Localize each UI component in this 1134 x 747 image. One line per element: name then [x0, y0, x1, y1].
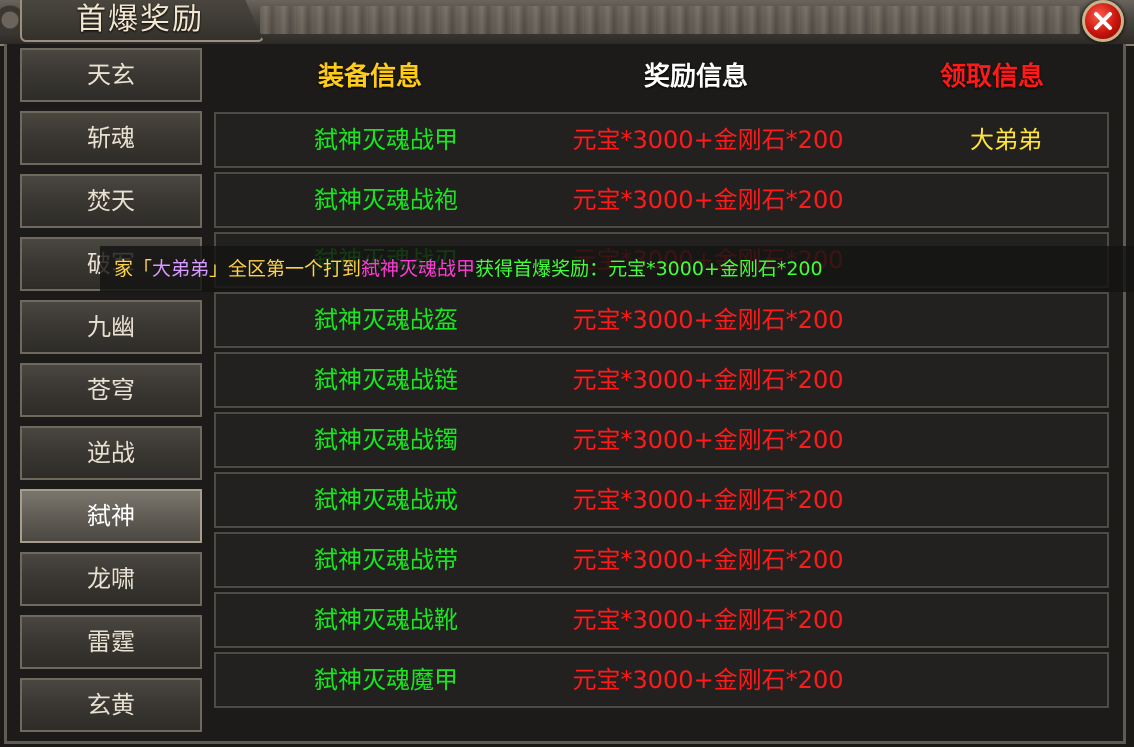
- table-row: 弑神灭魂战带 元宝*3000+金刚石*200: [214, 532, 1109, 588]
- reward-cell: 元宝*3000+金刚石*200: [572, 126, 844, 154]
- reward-table-panel: 装备信息 奖励信息 领取信息 弑神灭魂战甲 元宝*3000+金刚石*200 大弟弟弑…: [212, 48, 1110, 747]
- broadcast-middle: 」全区第一个打到: [209, 258, 362, 280]
- table-row: 弑神灭魂战镯 元宝*3000+金刚石*200: [214, 412, 1109, 468]
- claim-cell: [906, 354, 1106, 406]
- reward-cell: 元宝*3000+金刚石*200: [572, 366, 844, 394]
- table-row: 弑神灭魂战靴 元宝*3000+金刚石*200: [214, 592, 1109, 648]
- sidebar-item[interactable]: 雷霆: [20, 615, 202, 669]
- sidebar-item[interactable]: 玄黄: [20, 678, 202, 732]
- claim-cell: [906, 654, 1106, 706]
- table-row: 弑神灭魂战甲 元宝*3000+金刚石*200 大弟弟: [214, 112, 1109, 168]
- table-row: 弑神灭魂战盔 元宝*3000+金刚石*200: [214, 292, 1109, 348]
- sidebar-item[interactable]: 天玄: [20, 48, 202, 102]
- broadcast-item: 弑神灭魂战甲: [361, 258, 476, 280]
- claim-cell: [906, 594, 1106, 646]
- close-icon: [1094, 12, 1112, 30]
- sidebar-item[interactable]: 逆战: [20, 426, 202, 480]
- title-ornament: [260, 6, 1080, 34]
- broadcast-prefix: 家「: [114, 258, 153, 280]
- broadcast-banner: 家「大弟弟」全区第一个打到弑神灭魂战甲获得首爆奖励：元宝*3000+金刚石*20…: [100, 246, 1134, 292]
- reward-cell: 元宝*3000+金刚石*200: [572, 426, 844, 454]
- title-bar: 首爆奖励: [0, 0, 1134, 46]
- header-reward: 奖励信息: [644, 62, 749, 92]
- first-kill-reward-window: 首爆奖励 天玄斩魂焚天破军九幽苍穹逆战弑神龙啸雷霆玄黄 装备信息 奖励信息 领取…: [0, 0, 1134, 747]
- sidebar-item[interactable]: 斩魂: [20, 111, 202, 165]
- sidebar-item[interactable]: 苍穹: [20, 363, 202, 417]
- claim-cell: 大弟弟: [970, 126, 1042, 154]
- reward-cell: 元宝*3000+金刚石*200: [572, 486, 844, 514]
- header-equip: 装备信息: [318, 62, 423, 92]
- reward-cell: 元宝*3000+金刚石*200: [572, 666, 844, 694]
- table-row: 弑神灭魂战袍 元宝*3000+金刚石*200: [214, 172, 1109, 228]
- reward-cell: 元宝*3000+金刚石*200: [572, 306, 844, 334]
- table-row: 弑神灭魂战戒 元宝*3000+金刚石*200: [214, 472, 1109, 528]
- reward-cell: 元宝*3000+金刚石*200: [572, 606, 844, 634]
- sidebar-item[interactable]: 龙啸: [20, 552, 202, 606]
- sidebar-item[interactable]: 弑神: [20, 489, 202, 543]
- header-claim: 领取信息: [940, 62, 1045, 92]
- window-title: 首爆奖励: [76, 2, 204, 37]
- claim-cell: [906, 474, 1106, 526]
- close-button[interactable]: [1082, 0, 1124, 42]
- table-row: 弑神灭魂战链 元宝*3000+金刚石*200: [214, 352, 1109, 408]
- claim-cell: [906, 534, 1106, 586]
- broadcast-suffix: 获得首爆奖励：元宝*3000+金刚石*200: [475, 258, 823, 280]
- claim-cell: [906, 414, 1106, 466]
- claim-cell: [906, 174, 1106, 226]
- reward-cell: 元宝*3000+金刚石*200: [572, 546, 844, 574]
- reward-cell: 元宝*3000+金刚石*200: [572, 186, 844, 214]
- sidebar-item[interactable]: 九幽: [20, 300, 202, 354]
- table-header: 装备信息 奖励信息 领取信息: [212, 48, 1110, 106]
- broadcast-player: 大弟弟: [152, 258, 210, 280]
- sidebar-item[interactable]: 焚天: [20, 174, 202, 228]
- claim-cell: [906, 294, 1106, 346]
- table-row: 弑神灭魂魔甲 元宝*3000+金刚石*200: [214, 652, 1109, 708]
